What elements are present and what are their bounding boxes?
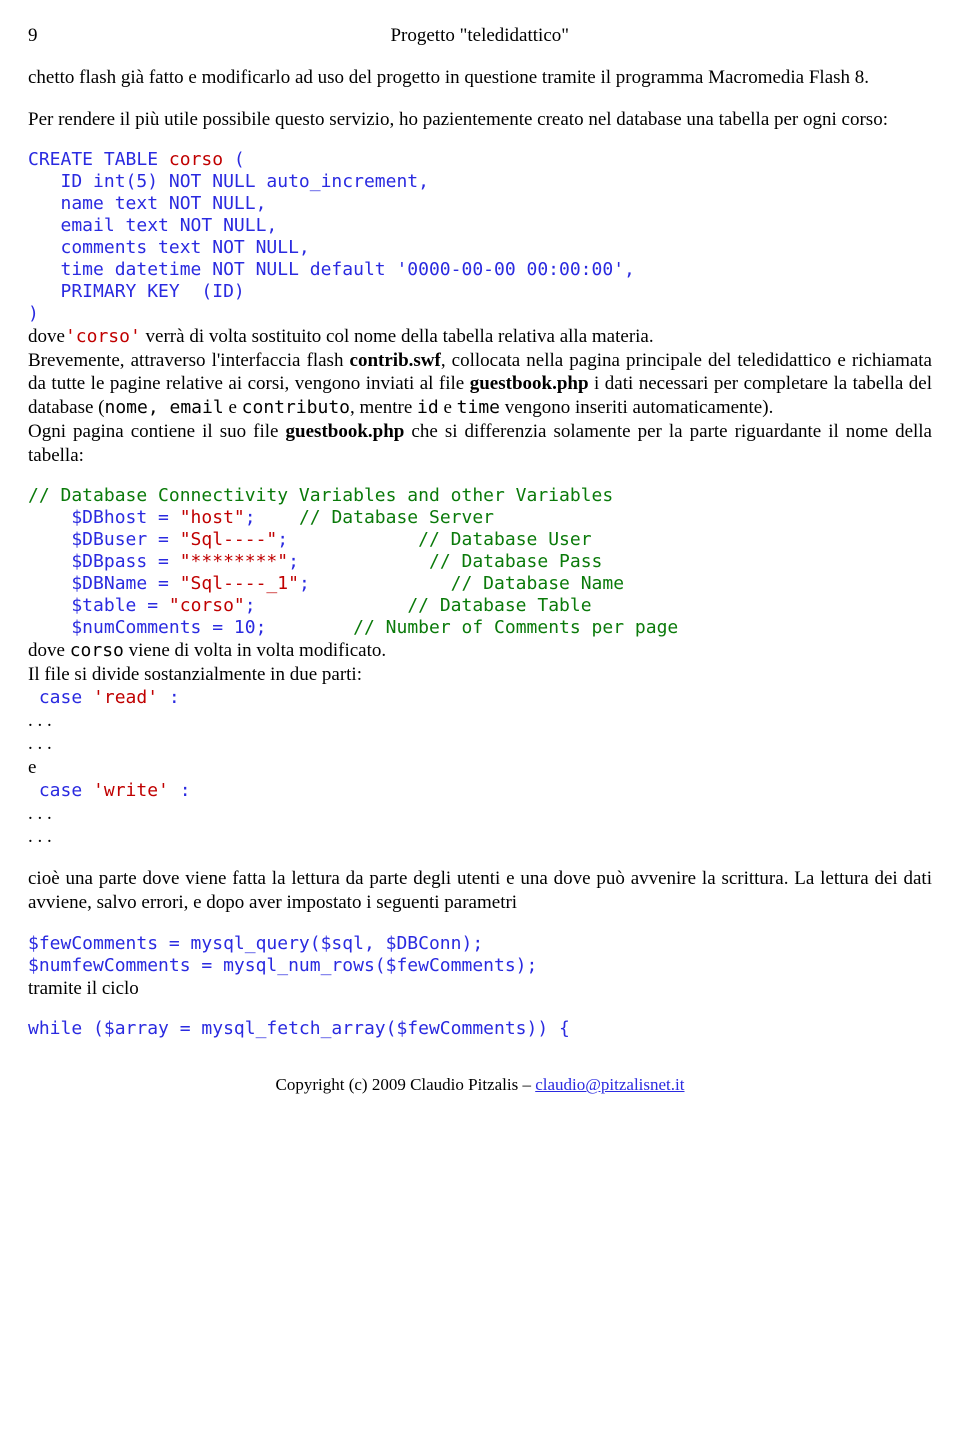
paragraph-due-parti: Il file si divide sostanzialmente in due… <box>28 663 932 687</box>
php-string: "Sql----_1" <box>180 573 299 594</box>
php-var: $DBhost = <box>28 507 180 528</box>
ellipsis: . . . <box>28 709 932 733</box>
text: , mentre <box>350 397 417 418</box>
text: viene di volta in volta modificato. <box>124 640 386 661</box>
paragraph-intro-2: Per rendere il più utile possibile quest… <box>28 108 932 132</box>
paragraph-guestbook: Ogni pagina contiene il suo file guestbo… <box>28 420 932 468</box>
text: vengono inseriti automaticamente). <box>500 397 773 418</box>
php-colon: : <box>169 780 191 801</box>
paragraph-dove-corso-2: dove corso viene di volta in volta modif… <box>28 639 932 663</box>
php-query: $fewComments = mysql_query($sql, $DBConn… <box>28 933 932 977</box>
php-semicolon: ; <box>245 507 299 528</box>
php-semicolon: ; <box>288 551 429 572</box>
sql-col-id: ID int(5) NOT NULL auto_increment, <box>28 171 429 192</box>
paragraph-dove-corso: dove'corso' verrà di volta sostituito co… <box>28 325 932 349</box>
php-var: $table = <box>28 595 169 616</box>
text: Brevemente, attraverso l'interfaccia fla… <box>28 350 350 371</box>
footer-text: Copyright (c) 2009 Claudio Pitzalis – <box>276 1075 536 1094</box>
php-comment: // Database Connectivity Variables and o… <box>28 485 613 506</box>
page-header: 9 Progetto "teledidattico" <box>28 24 932 48</box>
text: e <box>224 397 242 418</box>
inline-code: id <box>417 397 439 418</box>
bold-guestbook-php-2: guestbook.php <box>286 421 405 442</box>
ellipsis: . . . <box>28 732 932 756</box>
php-colon: : <box>158 687 180 708</box>
php-while: while ($array = mysql_fetch_array($fewCo… <box>28 1018 932 1040</box>
php-comment: // Database Name <box>451 573 624 594</box>
sql-close: ) <box>28 303 39 324</box>
php-string: "Sql----" <box>180 529 278 550</box>
text: dove <box>28 326 65 347</box>
php-comment: // Number of Comments per page <box>353 617 678 638</box>
inline-code: nome, email <box>104 397 223 418</box>
php-comment: // Database Pass <box>429 551 602 572</box>
text: dove <box>28 640 70 661</box>
footer-email-link[interactable]: claudio@pitzalisnet.it <box>535 1075 684 1094</box>
php-line: $numfewComments = mysql_num_rows($fewCom… <box>28 955 537 976</box>
php-keyword: case <box>28 780 93 801</box>
php-expr: ($array = mysql_fetch_array($fewComments… <box>82 1018 570 1039</box>
php-case-write: case 'write' : <box>28 780 932 802</box>
php-string: "********" <box>180 551 288 572</box>
php-semicolon: ; <box>277 529 418 550</box>
php-number: 10 <box>234 617 256 638</box>
php-db-vars: // Database Connectivity Variables and o… <box>28 485 932 639</box>
inline-code: time <box>457 397 500 418</box>
page-title: Progetto "teledidattico" <box>63 24 897 48</box>
php-var: $DBName = <box>28 573 180 594</box>
sql-tablename: corso <box>169 149 223 170</box>
sql-col-comments: comments text NOT NULL, <box>28 237 310 258</box>
page-footer: Copyright (c) 2009 Claudio Pitzalis – cl… <box>28 1074 932 1095</box>
sql-col-name: name text NOT NULL, <box>28 193 266 214</box>
php-string: 'read' <box>93 687 158 708</box>
sql-create-table: CREATE TABLE corso ( ID int(5) NOT NULL … <box>28 149 932 325</box>
ellipsis: . . . <box>28 802 932 826</box>
ellipsis: . . . <box>28 825 932 849</box>
sql-col-time: time datetime NOT NULL default '0000-00-… <box>28 259 635 280</box>
php-var: $DBpass = <box>28 551 180 572</box>
text: Ogni pagina contiene il suo file <box>28 421 286 442</box>
paragraph-contrib: Brevemente, attraverso l'interfaccia fla… <box>28 349 932 420</box>
php-string: 'write' <box>93 780 169 801</box>
php-string: "host" <box>180 507 245 528</box>
page-number: 9 <box>28 24 58 48</box>
inline-code: contributo <box>242 397 350 418</box>
inline-code-corso: 'corso' <box>65 326 141 347</box>
php-semicolon: ; <box>256 617 354 638</box>
paragraph-lettura-scrittura: cioè una parte dove viene fatta la lettu… <box>28 867 932 915</box>
bold-contrib-swf: contrib.swf <box>350 350 441 371</box>
paragraph-ciclo: tramite il ciclo <box>28 977 932 1001</box>
text: verrà di volta sostituito col nome della… <box>141 326 654 347</box>
php-keyword: while <box>28 1018 82 1039</box>
sql-col-email: email text NOT NULL, <box>28 215 277 236</box>
php-string: "corso" <box>169 595 245 616</box>
php-keyword: case <box>28 687 93 708</box>
php-comment: // Database Table <box>407 595 591 616</box>
sql-keyword: CREATE TABLE <box>28 149 169 170</box>
text-e: e <box>28 756 932 780</box>
sql-primary-key: PRIMARY KEY (ID) <box>28 281 245 302</box>
php-comment: // Database Server <box>299 507 494 528</box>
paragraph-intro-1: chetto flash già fatto e modificarlo ad … <box>28 66 932 90</box>
php-comment: // Database User <box>418 529 591 550</box>
sql-paren: ( <box>223 149 245 170</box>
text: e <box>439 397 457 418</box>
php-semicolon: ; <box>299 573 451 594</box>
php-case-read: case 'read' : <box>28 687 932 709</box>
php-var: $numComments = <box>28 617 234 638</box>
php-var: $DBuser = <box>28 529 180 550</box>
inline-code: corso <box>70 640 124 661</box>
php-line: $fewComments = mysql_query($sql, $DBConn… <box>28 933 483 954</box>
php-semicolon: ; <box>245 595 408 616</box>
bold-guestbook-php: guestbook.php <box>470 373 589 394</box>
